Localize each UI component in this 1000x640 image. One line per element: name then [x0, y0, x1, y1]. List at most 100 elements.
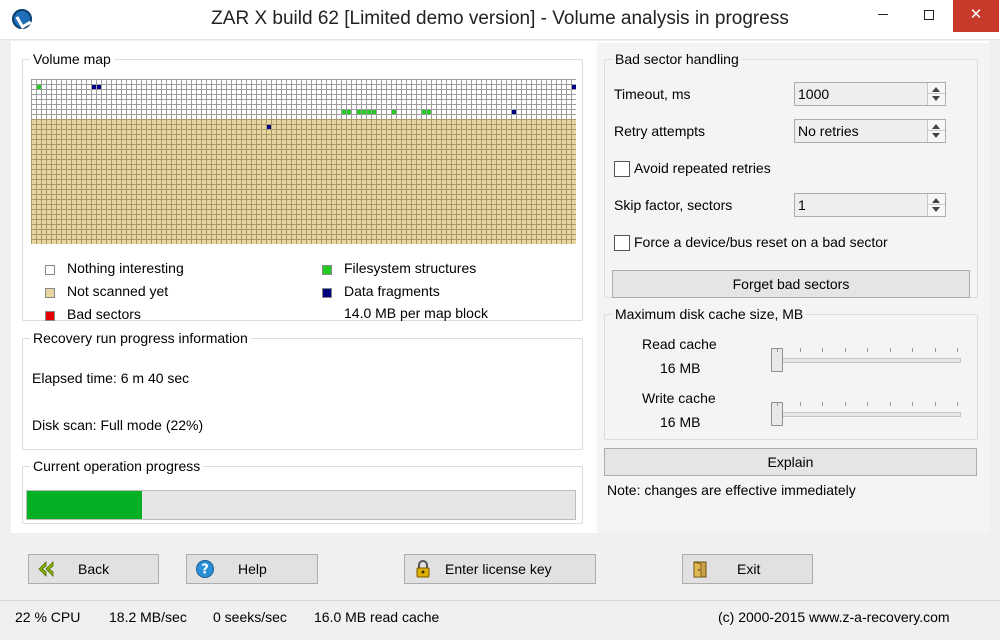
- legend-swatch-bad: [45, 311, 55, 321]
- slider-tick: [867, 348, 868, 352]
- retry-field[interactable]: No retries: [794, 119, 946, 143]
- timeout-spinner[interactable]: [927, 83, 945, 105]
- elapsed-time: Elapsed time: 6 m 40 sec: [32, 370, 190, 386]
- progress-info-title: Recovery run progress information: [33, 330, 248, 346]
- retry-label: Retry attempts: [614, 123, 706, 139]
- map-block-filesystem: [362, 110, 366, 114]
- map-block-filesystem: [422, 110, 426, 114]
- slider-tick: [844, 402, 846, 406]
- legend-swatch-fragments: [322, 288, 332, 298]
- spin-down-icon: [932, 133, 940, 138]
- progress-bar: [26, 490, 576, 520]
- skip-factor-label: Skip factor, sectors: [614, 197, 733, 213]
- timeout-label: Timeout, ms: [614, 86, 691, 102]
- read-cache-label: Read cache: [642, 336, 717, 352]
- bad-sector-title: Bad sector handling: [615, 51, 739, 67]
- back-label: Back: [78, 561, 110, 577]
- slider-tick: [844, 348, 846, 352]
- map-block-filesystem: [392, 110, 396, 114]
- close-button[interactable]: ✕: [953, 0, 999, 32]
- slider-tick: [912, 402, 913, 406]
- help-label: Help: [238, 561, 267, 577]
- license-button[interactable]: Enter license key: [404, 554, 596, 584]
- legend-filesystem: Filesystem structures: [344, 260, 477, 276]
- current-progress-group: Current operation progress: [22, 458, 583, 524]
- close-icon: ✕: [969, 6, 983, 23]
- license-label: Enter license key: [445, 561, 552, 577]
- write-cache-track: [771, 412, 961, 417]
- avoid-retries-label: Avoid repeated retries: [634, 160, 771, 176]
- progress-info-group: Recovery run progress information Elapse…: [22, 330, 583, 450]
- map-block-fragments: [572, 85, 576, 89]
- window-title: ZAR X build 62 [Limited demo version] - …: [211, 8, 789, 29]
- slider-tick: [822, 348, 823, 352]
- exit-door-icon: [693, 561, 707, 578]
- slider-tick: [822, 402, 823, 406]
- map-block-filesystem: [372, 110, 376, 114]
- map-block-filesystem: [367, 110, 371, 114]
- slider-tick: [867, 402, 868, 406]
- slider-tick: [777, 402, 778, 406]
- minimize-button[interactable]: [860, 0, 906, 32]
- exit-button[interactable]: Exit: [682, 554, 813, 584]
- slider-tick: [889, 348, 891, 352]
- current-progress-title: Current operation progress: [33, 458, 201, 474]
- volume-map-unscanned: [31, 119, 576, 244]
- disk-scan-status: Disk scan: Full mode (22%): [32, 417, 204, 433]
- back-arrow-icon: [38, 561, 54, 577]
- slider-tick: [934, 402, 936, 406]
- exit-label: Exit: [737, 561, 761, 577]
- slider-tick: [957, 348, 958, 352]
- status-seeks: 0 seeks/sec: [213, 609, 287, 625]
- legend-swatch-nothing: [45, 265, 55, 275]
- map-block-filesystem: [342, 110, 346, 114]
- avoid-retries-checkbox[interactable]: [614, 161, 630, 177]
- status-speed: 18.2 MB/sec: [109, 609, 187, 625]
- help-button[interactable]: ? Help: [186, 554, 318, 584]
- cache-note: Note: changes are effective immediately: [607, 482, 856, 498]
- status-copyright: (c) 2000-2015 www.z-a-recovery.com: [718, 609, 950, 625]
- map-block-fragments: [267, 125, 271, 129]
- legend-per-block: 14.0 MB per map block: [344, 305, 488, 321]
- svg-text:?: ?: [201, 563, 209, 578]
- legend-nothing-interesting: Nothing interesting: [67, 260, 184, 276]
- retry-spinner[interactable]: [927, 120, 945, 142]
- spin-up-icon: [932, 87, 940, 92]
- maximize-button[interactable]: [906, 0, 952, 32]
- force-reset-checkbox[interactable]: [614, 235, 630, 251]
- spin-up-icon: [932, 124, 940, 129]
- spin-down-icon: [932, 96, 940, 101]
- explain-button[interactable]: Explain: [604, 448, 977, 476]
- map-block-fragments: [512, 110, 516, 114]
- forget-bad-sectors-button[interactable]: Forget bad sectors: [612, 270, 970, 298]
- write-cache-label: Write cache: [642, 390, 716, 406]
- write-cache-value: 16 MB: [660, 414, 701, 430]
- map-block-fragments: [97, 85, 101, 89]
- status-bar: 22 % CPU 18.2 MB/sec 0 seeks/sec 16.0 MB…: [0, 600, 1000, 640]
- slider-tick: [889, 402, 891, 406]
- legend-bad-sectors: Bad sectors: [67, 306, 141, 322]
- progress-bar-fill: [27, 491, 143, 519]
- read-cache-value: 16 MB: [660, 360, 701, 376]
- slider-tick: [799, 348, 801, 352]
- force-reset-label: Force a device/bus reset on a bad sector: [634, 234, 888, 250]
- slider-tick: [777, 348, 778, 352]
- slider-tick: [934, 348, 936, 352]
- read-cache-track: [771, 358, 961, 363]
- retry-value: No retries: [798, 123, 859, 139]
- lock-icon: [416, 560, 430, 578]
- skip-factor-field[interactable]: 1: [794, 193, 946, 217]
- map-block-filesystem: [37, 85, 41, 89]
- timeout-field[interactable]: 1000: [794, 82, 946, 106]
- skip-factor-spinner[interactable]: [927, 194, 945, 216]
- bad-sector-group: Bad sector handling Timeout, ms 1000 Ret…: [604, 51, 978, 298]
- minimize-icon: [878, 14, 888, 16]
- maximize-icon: [924, 9, 934, 20]
- back-button[interactable]: Back: [28, 554, 159, 584]
- status-cpu: 22 % CPU: [15, 609, 81, 625]
- cache-title: Maximum disk cache size, MB: [615, 306, 804, 322]
- legend-data-fragments: Data fragments: [344, 283, 440, 299]
- slider-tick: [957, 402, 958, 406]
- help-icon: ?: [196, 560, 214, 578]
- volume-map-title: Volume map: [33, 51, 111, 67]
